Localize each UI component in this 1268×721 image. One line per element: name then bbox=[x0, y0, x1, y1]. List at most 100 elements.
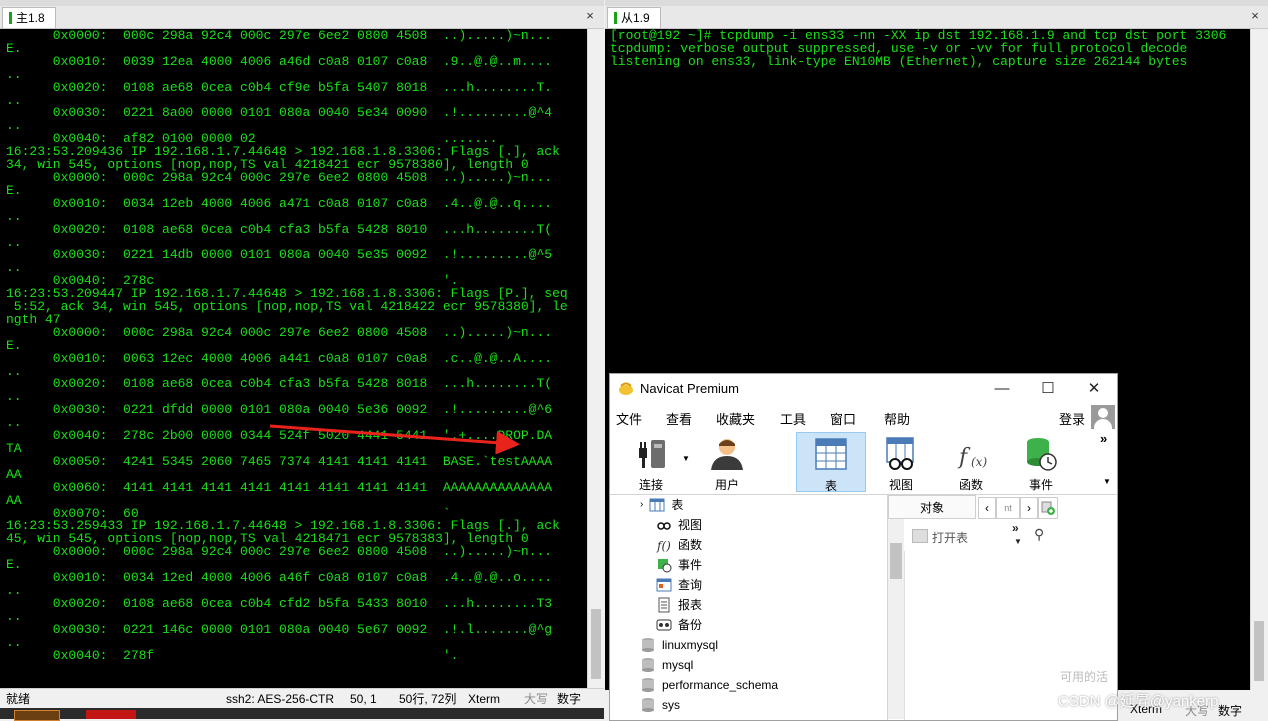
user-icon bbox=[711, 439, 743, 470]
tree-db-performance-schema[interactable]: performance_schema bbox=[640, 675, 778, 695]
toolbar-view-button[interactable]: 视图 bbox=[866, 432, 936, 492]
terminal-line: 0x0030: 0221 8a00 0000 0101 080a 0040 5e… bbox=[6, 105, 553, 121]
terminal-line: 0x0030: 0221 14db 0000 0101 080a 0040 5e… bbox=[6, 247, 553, 263]
toolbar-table-button[interactable]: 表 bbox=[796, 432, 866, 493]
tree-item-views[interactable]: 视图 bbox=[656, 515, 702, 535]
menu-help[interactable]: 帮助 bbox=[884, 409, 910, 428]
avatar-icon[interactable] bbox=[1091, 405, 1115, 429]
left-scrollbar[interactable] bbox=[587, 29, 604, 688]
terminal-line: 0x0040: 278f '. bbox=[6, 647, 459, 663]
toolbar-function-label: 函数 bbox=[958, 478, 983, 492]
svg-text:f: f bbox=[957, 445, 971, 470]
tree-item-events[interactable]: 事件 bbox=[656, 555, 702, 575]
tree-item-queries[interactable]: 查询 bbox=[656, 575, 702, 595]
status-num: 数字 bbox=[557, 692, 582, 706]
right-scrollbar[interactable] bbox=[1250, 29, 1268, 719]
new-tab-icon[interactable] bbox=[1038, 497, 1058, 519]
tab-master[interactable]: 主1.8 bbox=[2, 7, 56, 28]
tree-item-label: 备份 bbox=[678, 618, 703, 632]
navigation-tree: › 表 视图 f() 函数 事件 查询 报表 备份 linuxmysql mys… bbox=[610, 495, 886, 720]
object-list[interactable] bbox=[904, 551, 1057, 720]
tree-item-tables[interactable]: › 表 bbox=[640, 495, 683, 515]
menu-view[interactable]: 查看 bbox=[666, 409, 692, 428]
open-table-button[interactable]: 打开表 bbox=[932, 529, 968, 546]
menu-favorites[interactable]: 收藏夹 bbox=[716, 409, 755, 428]
toolbar-connect-label: 连接 bbox=[638, 478, 663, 492]
close-tab-icon[interactable]: × bbox=[1247, 8, 1263, 24]
event-icon bbox=[656, 557, 672, 573]
toolbar-table-label: 表 bbox=[824, 479, 837, 493]
event-icon bbox=[1027, 438, 1057, 471]
tree-db-sys[interactable]: sys bbox=[640, 695, 680, 715]
terminal-line: 0x0000: 000c 298a 92c4 000c 297e 6ee2 08… bbox=[6, 324, 553, 340]
toolbar-dropdown-arrow-icon[interactable]: ▼ bbox=[1103, 477, 1111, 486]
toolbar-connect-button[interactable]: 连接 ▼ bbox=[616, 432, 690, 492]
close-button[interactable]: ✕ bbox=[1079, 378, 1109, 400]
status-term: Xterm bbox=[468, 692, 501, 706]
right-tab-bar: 从1.9 × bbox=[605, 0, 1268, 29]
menu-tools[interactable]: 工具 bbox=[780, 409, 806, 428]
csdn-watermark: CSDN @延昇@yankerp bbox=[1058, 693, 1219, 710]
tree-item-backups[interactable]: 备份 bbox=[656, 615, 702, 635]
left-scrollbar-thumb[interactable] bbox=[591, 609, 601, 679]
tree-db-mysql[interactable]: mysql bbox=[640, 655, 693, 675]
close-tab-icon[interactable]: × bbox=[582, 8, 598, 24]
terminal-line: 0x0060: 4141 4141 4141 4141 4141 4141 41… bbox=[6, 479, 553, 495]
plug-icon bbox=[639, 440, 665, 468]
dropdown-arrow-icon[interactable]: ▼ bbox=[682, 454, 690, 463]
search-icon[interactable]: ⚲ bbox=[1034, 526, 1044, 543]
left-terminal-pane[interactable]: 主1.8 × 0x0000: 000c 298a 92c4 000c 297e … bbox=[0, 0, 604, 719]
taskbar-app-icon[interactable] bbox=[14, 710, 60, 721]
navicat-menubar: 文件 查看 收藏夹 工具 窗口 帮助 登录 bbox=[610, 405, 1117, 429]
minimize-button[interactable]: — bbox=[987, 378, 1017, 400]
tab-scroll-right-icon[interactable]: › bbox=[1020, 497, 1038, 519]
tree-db-linuxmysql[interactable]: linuxmysql bbox=[640, 635, 718, 655]
tab-objects[interactable]: 对象 bbox=[888, 495, 976, 519]
tree-item-label: 报表 bbox=[678, 598, 703, 612]
output-line: listening on ens33, link-type EN10MB (Et… bbox=[610, 53, 1188, 69]
toolbar-user-button[interactable]: 用户 bbox=[692, 432, 762, 492]
status-ready: 就绪 bbox=[6, 692, 31, 706]
tree-item-label: 查询 bbox=[678, 578, 703, 592]
menu-window[interactable]: 窗口 bbox=[830, 409, 856, 428]
tab-scroll-left-icon[interactable]: ‹ bbox=[978, 497, 996, 519]
tab-slave-label: 从1.9 bbox=[621, 11, 650, 25]
object-toolbar: 打开表 » ▼ ⚲ bbox=[888, 521, 1056, 551]
terminal-line: 0x0010: 0039 12ea 4000 4006 a46d c0a8 01… bbox=[6, 53, 553, 69]
tree-db-label: sys bbox=[662, 698, 680, 712]
terminal-line: 0x0000: 000c 298a 92c4 000c 297e 6ee2 08… bbox=[6, 28, 553, 43]
terminal-line: 0x0000: 000c 298a 92c4 000c 297e 6ee2 08… bbox=[6, 544, 553, 560]
navicat-titlebar[interactable]: Navicat Premium — ☐ ✕ bbox=[610, 374, 1117, 404]
maximize-button[interactable]: ☐ bbox=[1033, 378, 1063, 400]
tree-item-label: 事件 bbox=[678, 558, 703, 572]
menu-file[interactable]: 文件 bbox=[616, 409, 642, 428]
toolbar-function-button[interactable]: f (x) 函数 bbox=[936, 432, 1006, 492]
view-icon bbox=[656, 517, 672, 533]
tree-item-reports[interactable]: 报表 bbox=[656, 595, 702, 615]
right-terminal-output[interactable]: [root@192 ~]# tcpdump -i ens33 -nn -XX i… bbox=[610, 29, 1226, 69]
tab-slave[interactable]: 从1.9 bbox=[607, 7, 661, 28]
terminal-line: 0x0020: 0108 ae68 0cea c0b4 cf9e b5fa 54… bbox=[6, 79, 553, 95]
terminal-line: 0x0020: 0108 ae68 0cea c0b4 cfa3 b5fa 54… bbox=[6, 376, 553, 392]
function-icon: f (x) bbox=[957, 445, 987, 470]
left-terminal-output[interactable]: 0x0000: 000c 298a 92c4 000c 297e 6ee2 08… bbox=[6, 28, 568, 663]
tree-item-label: 表 bbox=[671, 498, 684, 512]
object-toolbar-dropdown-icon[interactable]: ▼ bbox=[1014, 537, 1022, 546]
status-bar: 就绪 ssh2: AES-256-CTR 50, 1 50行, 72列 Xter… bbox=[0, 688, 604, 709]
terminal-line: 0x0030: 0221 dfdd 0000 0101 080a 0040 5e… bbox=[6, 402, 553, 418]
tree-db-label: mysql bbox=[662, 658, 694, 672]
tree-item-functions[interactable]: f() 函数 bbox=[656, 535, 702, 555]
status-cursor: 50, 1 bbox=[350, 692, 377, 706]
toolbar-event-button[interactable]: 事件 bbox=[1006, 432, 1076, 492]
taskbar-app-icon[interactable] bbox=[86, 710, 136, 719]
right-scrollbar-thumb[interactable] bbox=[1254, 621, 1264, 681]
status-caps: 大写 bbox=[524, 692, 549, 706]
login-link[interactable]: 登录 bbox=[1059, 409, 1085, 428]
toolbar-more-button[interactable]: » bbox=[1100, 431, 1107, 446]
tab-truncated[interactable]: nt bbox=[996, 497, 1020, 519]
object-toolbar-more[interactable]: » bbox=[1012, 521, 1019, 535]
navicat-window[interactable]: Navicat Premium — ☐ ✕ 文件 查看 收藏夹 工具 窗口 帮助… bbox=[609, 373, 1118, 721]
terminal-line: 0x0010: 0034 12ed 4000 4006 a46f c0a8 01… bbox=[6, 570, 553, 586]
expand-arrow-icon[interactable]: › bbox=[640, 495, 643, 515]
terminal-line: 0x0010: 0034 12eb 4000 4006 a471 c0a8 01… bbox=[6, 195, 553, 211]
